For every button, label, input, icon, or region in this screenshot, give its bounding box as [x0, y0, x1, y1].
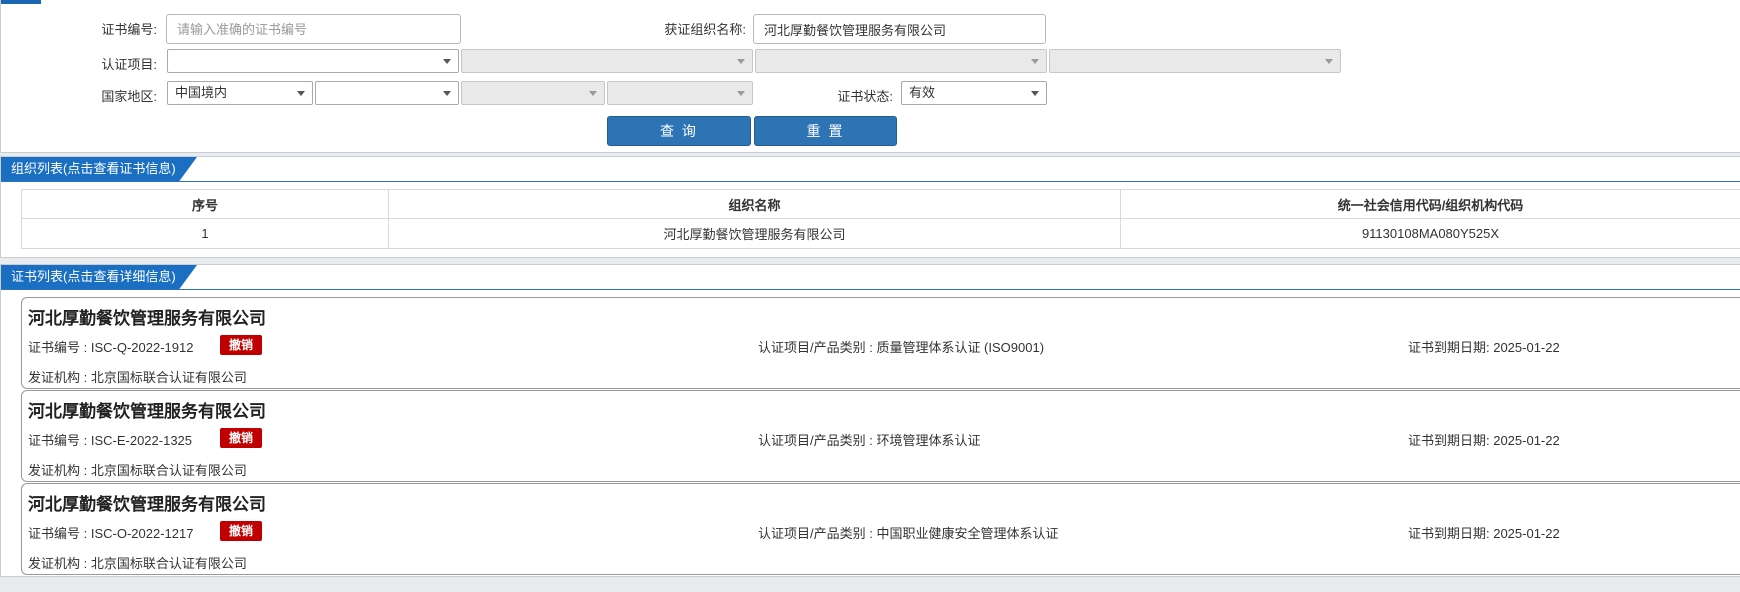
row-index: 1: [21, 218, 389, 249]
chevron-down-icon: [737, 59, 745, 64]
cert-project: 认证项目/产品类别 : 环境管理体系认证: [758, 433, 981, 448]
city-select[interactable]: [461, 81, 605, 105]
column-header-org-name: 组织名称: [388, 189, 1121, 219]
cert-card[interactable]: 河北厚勤餐饮管理服务有限公司 证书编号 : ISC-E-2022-1325 撤销…: [21, 390, 1740, 482]
region-select[interactable]: 中国境内: [167, 81, 313, 105]
cert-org-name: 河北厚勤餐饮管理服务有限公司: [28, 309, 266, 328]
cert-number: 证书编号 : ISC-Q-2022-1912: [28, 340, 194, 355]
column-header-index: 序号: [21, 189, 389, 219]
table-row[interactable]: 1 河北厚勤餐饮管理服务有限公司 91130108MA080Y525X: [21, 218, 1740, 249]
search-panel: 证书编号: 获证组织名称: 认证项目: 国家地区: 中国境内 证书状态: 有效 …: [0, 0, 1740, 153]
cert-expiry: 证书到期日期: 2025-01-22: [1408, 340, 1560, 355]
reset-button[interactable]: 重 置: [754, 116, 897, 146]
org-name-label: 获证组织名称:: [664, 22, 746, 37]
cert-card[interactable]: 河北厚勤餐饮管理服务有限公司 证书编号 : ISC-O-2022-1217 撤销…: [21, 483, 1740, 575]
cert-expiry: 证书到期日期: 2025-01-22: [1408, 433, 1560, 448]
chevron-down-icon: [1031, 59, 1039, 64]
org-table-header-row: 序号 组织名称 统一社会信用代码/组织机构代码: [21, 189, 1740, 219]
cert-project: 认证项目/产品类别 : 质量管理体系认证 (ISO9001): [758, 340, 1045, 355]
status-badge: 撤销: [220, 521, 262, 541]
chevron-down-icon: [737, 91, 745, 96]
org-list-header: 组织列表(点击查看证书信息): [1, 157, 1740, 182]
status-badge: 撤销: [220, 428, 262, 448]
cert-project-label: 认证项目:: [101, 57, 157, 72]
cert-no-input[interactable]: [166, 14, 461, 44]
cert-project-subselect-3[interactable]: [1049, 49, 1341, 73]
cert-project-subselect-2[interactable]: [755, 49, 1047, 73]
org-name-input[interactable]: [753, 14, 1046, 44]
status-label: 证书状态:: [837, 89, 893, 104]
cert-project-subselect-1[interactable]: [461, 49, 753, 73]
chevron-down-icon: [589, 91, 597, 96]
org-table: 序号 组织名称 统一社会信用代码/组织机构代码 1 河北厚勤餐饮管理服务有限公司…: [21, 189, 1740, 249]
query-button[interactable]: 查 询: [607, 116, 751, 146]
province-select[interactable]: [315, 81, 459, 105]
cert-expiry: 证书到期日期: 2025-01-22: [1408, 526, 1560, 541]
cert-number: 证书编号 : ISC-O-2022-1217: [28, 526, 194, 541]
chevron-down-icon: [1031, 91, 1039, 96]
chevron-down-icon: [297, 91, 305, 96]
chevron-down-icon: [1325, 59, 1333, 64]
row-org-name[interactable]: 河北厚勤餐饮管理服务有限公司: [388, 218, 1121, 249]
cert-list-title: 证书列表(点击查看详细信息): [1, 265, 197, 289]
district-select[interactable]: [607, 81, 753, 105]
status-badge: 撤销: [220, 335, 262, 355]
row-credit-code: 91130108MA080Y525X: [1120, 218, 1740, 249]
cert-project-select[interactable]: [167, 49, 459, 73]
chevron-down-icon: [443, 91, 451, 96]
cert-issuer: 发证机构 : 北京国标联合认证有限公司: [28, 463, 247, 478]
org-list-title: 组织列表(点击查看证书信息): [1, 157, 197, 181]
cert-list-header: 证书列表(点击查看详细信息): [1, 265, 1740, 290]
cert-number: 证书编号 : ISC-E-2022-1325: [28, 433, 193, 448]
org-list-panel: 组织列表(点击查看证书信息) 序号 组织名称 统一社会信用代码/组织机构代码 1…: [0, 156, 1740, 258]
cert-org-name: 河北厚勤餐饮管理服务有限公司: [28, 495, 266, 514]
cert-issuer: 发证机构 : 北京国标联合认证有限公司: [28, 556, 247, 571]
cert-list-panel: 证书列表(点击查看详细信息) 河北厚勤餐饮管理服务有限公司 证书编号 : ISC…: [0, 264, 1740, 577]
cert-no-label: 证书编号:: [101, 22, 157, 37]
region-label: 国家地区:: [101, 89, 157, 104]
cert-org-name: 河北厚勤餐饮管理服务有限公司: [28, 402, 266, 421]
search-panel-tab: [1, 0, 41, 4]
column-header-credit-code: 统一社会信用代码/组织机构代码: [1120, 189, 1740, 219]
cert-card[interactable]: 河北厚勤餐饮管理服务有限公司 证书编号 : ISC-Q-2022-1912 撤销…: [21, 297, 1740, 389]
cert-project: 认证项目/产品类别 : 中国职业健康安全管理体系认证: [758, 526, 1059, 541]
cert-issuer: 发证机构 : 北京国标联合认证有限公司: [28, 370, 247, 385]
status-select[interactable]: 有效: [901, 81, 1047, 105]
chevron-down-icon: [443, 59, 451, 64]
